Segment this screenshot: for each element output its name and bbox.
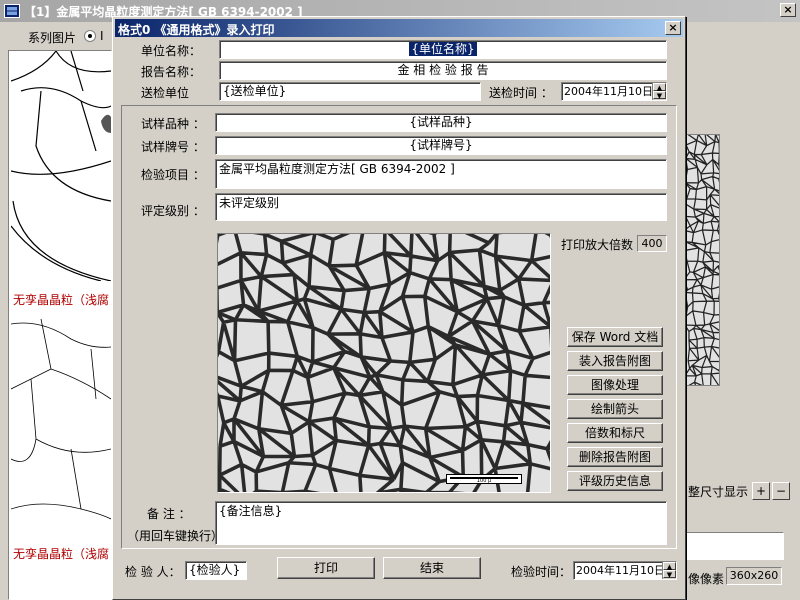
print-magnification-value[interactable]: 400 xyxy=(637,235,667,252)
series-radio[interactable] xyxy=(84,30,96,42)
pixel-value: 360x260 xyxy=(726,567,782,585)
series-radio-label: I xyxy=(100,29,104,43)
report-name-input[interactable]: 金 相 检 验 报 告 xyxy=(219,61,667,80)
send-time-spinner[interactable]: ▲ ▼ xyxy=(652,83,666,100)
test-item-label: 检验项目 ： xyxy=(141,168,205,182)
remark-input[interactable]: {备注信息} xyxy=(215,501,667,545)
inspector-input[interactable]: {检验人} xyxy=(185,561,247,580)
spin-down-icon[interactable]: ▼ xyxy=(653,91,666,100)
zoom-in-button[interactable]: + xyxy=(752,482,770,500)
report-entry-dialog: 格式0 《通用格式》录入打印 × 单位名称： {单位名称} 报告名称： 金 相 … xyxy=(112,16,686,600)
fit-size-label: 整尺寸显示 xyxy=(688,485,749,499)
rating-input[interactable]: 未评定级别 xyxy=(215,193,667,221)
unit-name-label: 单位名称： xyxy=(141,44,202,58)
print-button[interactable]: 打印 xyxy=(277,557,375,579)
pixel-label: 像像素 xyxy=(688,572,725,586)
thumbnail-1-caption: 无孪晶晶粒（浅腐 xyxy=(13,293,110,307)
preview-strip-image xyxy=(687,135,719,385)
sample-type-label: 试样品种 ： xyxy=(141,117,205,131)
series-bar: 系列图片 I xyxy=(8,26,112,46)
inspect-time-spinner[interactable]: ▲ ▼ xyxy=(662,562,676,579)
dialog-title: 格式0 《通用格式》录入打印 xyxy=(118,23,275,37)
unit-name-value: {单位名称} xyxy=(409,42,477,56)
thumbnail-2[interactable] xyxy=(11,309,111,534)
scale-bar: 100 μ xyxy=(446,474,522,484)
rating-label: 评定级别 ： xyxy=(141,204,205,218)
app-icon xyxy=(4,4,20,18)
sample-grade-input[interactable]: {试样牌号} xyxy=(215,136,667,155)
scale-bar-text: 100 μ xyxy=(476,478,492,484)
thumbnail-panel[interactable]: 无孪晶晶粒（浅腐 无孪晶晶粒（浅腐 xyxy=(8,50,112,600)
remark-label: 备 注 ： xyxy=(147,507,191,521)
end-button[interactable]: 结束 xyxy=(383,557,481,579)
spin-up-icon[interactable]: ▲ xyxy=(663,562,676,571)
thumbnail-1[interactable] xyxy=(11,51,111,281)
unit-name-input[interactable]: {单位名称} xyxy=(219,40,667,59)
delete-attachment-button[interactable]: 删除报告附图 xyxy=(567,447,663,467)
remark-hint: （用回车键换行） xyxy=(127,529,224,543)
series-label: 系列图片 xyxy=(28,31,77,45)
draw-arrow-button[interactable]: 绘制箭头 xyxy=(567,399,663,419)
thumbnail-2-caption: 无孪晶晶粒（浅腐 xyxy=(13,547,110,561)
sample-grade-label: 试样牌号 ： xyxy=(141,140,205,154)
test-item-input[interactable]: 金属平均晶粒度测定方法[ GB 6394-2002 ] xyxy=(215,159,667,189)
thumbnail-2-image xyxy=(11,318,111,520)
image-processing-button[interactable]: 图像处理 xyxy=(567,375,663,395)
grain-structure-image xyxy=(218,234,550,492)
sample-type-input[interactable]: {试样品种} xyxy=(215,113,667,132)
spin-up-icon[interactable]: ▲ xyxy=(653,83,666,92)
main-close-button[interactable]: × xyxy=(780,3,796,17)
spin-down-icon[interactable]: ▼ xyxy=(663,570,676,579)
load-attachment-button[interactable]: 装入报告附图 xyxy=(567,351,663,371)
inspect-time-value: 2004年11月10日 xyxy=(576,564,665,577)
thumbnail-1-image xyxy=(11,51,111,281)
send-time-label: 送检时间 ： xyxy=(489,86,553,100)
send-unit-label: 送检单位 xyxy=(141,86,190,100)
info-box xyxy=(686,532,784,560)
dialog-titlebar[interactable]: 格式0 《通用格式》录入打印 × xyxy=(115,19,683,37)
inspect-time-label: 检验时间： xyxy=(511,565,572,579)
save-word-button[interactable]: 保存 Word 文档 xyxy=(567,327,663,347)
micrograph-image[interactable]: 100 μ xyxy=(217,233,551,493)
rating-history-button[interactable]: 评级历史信息 xyxy=(567,471,663,491)
dialog-close-button[interactable]: × xyxy=(665,21,681,35)
send-unit-input[interactable]: {送检单位} xyxy=(219,82,481,101)
magnification-scale-button[interactable]: 倍数和标尺 xyxy=(567,423,663,443)
preview-strip xyxy=(686,134,720,386)
zoom-out-button[interactable]: − xyxy=(772,482,790,500)
report-name-label: 报告名称： xyxy=(141,65,202,79)
print-magnification-label: 打印放大倍数 xyxy=(561,238,634,252)
send-time-picker[interactable]: 2004年11月10日 ▲ ▼ xyxy=(561,82,667,101)
inspector-label: 检 验 人： xyxy=(125,565,181,579)
send-time-value: 2004年11月10日 xyxy=(564,85,653,98)
inspect-time-picker[interactable]: 2004年11月10日 ▲ ▼ xyxy=(573,561,677,580)
